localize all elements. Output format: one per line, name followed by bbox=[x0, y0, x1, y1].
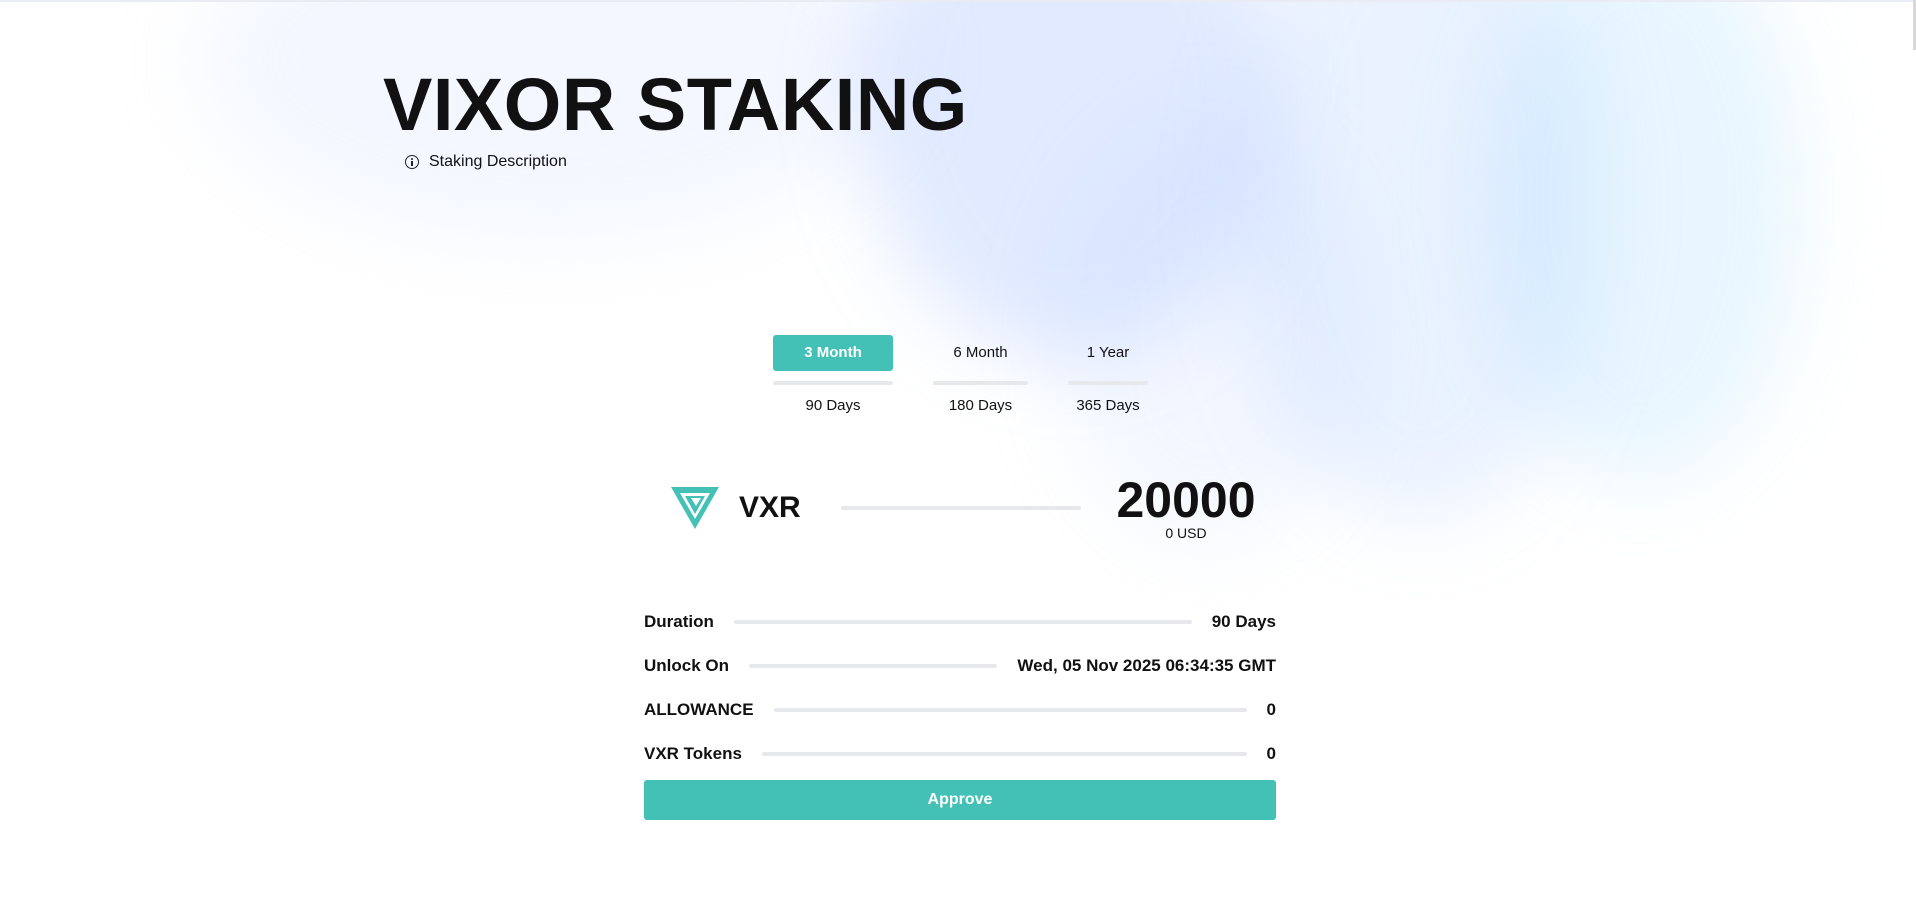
detail-divider bbox=[733, 620, 1192, 624]
detail-divider bbox=[761, 752, 1247, 756]
top-border bbox=[0, 0, 1916, 2]
detail-value: 0 bbox=[1266, 700, 1276, 719]
detail-label: Duration bbox=[644, 612, 714, 631]
detail-divider bbox=[749, 664, 998, 668]
info-icon bbox=[405, 155, 419, 169]
tab-6-month[interactable]: 6 Month 180 Days bbox=[933, 335, 1028, 414]
token-symbol: VXR bbox=[739, 491, 801, 524]
detail-row-duration: Duration 90 Days bbox=[644, 600, 1276, 644]
detail-row-unlock-on: Unlock On Wed, 05 Nov 2025 06:34:35 GMT bbox=[644, 644, 1276, 688]
tab-1-year[interactable]: 1 Year 365 Days bbox=[1068, 335, 1148, 414]
token-divider bbox=[841, 506, 1081, 510]
stake-amount[interactable]: 20000 bbox=[1106, 470, 1266, 530]
detail-value: 90 Days bbox=[1211, 612, 1276, 631]
tab-days: 90 Days bbox=[805, 397, 861, 414]
tab-label: 3 Month bbox=[773, 335, 893, 371]
detail-row-allowance: ALLOWANCE 0 bbox=[644, 688, 1276, 732]
detail-value: 0 bbox=[1266, 744, 1276, 763]
tab-days: 365 Days bbox=[1076, 397, 1140, 414]
detail-label: Unlock On bbox=[644, 656, 730, 675]
tab-divider bbox=[933, 381, 1028, 385]
stake-amount-usd: 0 USD bbox=[1165, 525, 1207, 541]
tab-days: 180 Days bbox=[948, 397, 1013, 414]
tab-divider bbox=[1068, 381, 1148, 385]
staking-description-label: Staking Description bbox=[429, 153, 567, 170]
tab-3-month[interactable]: 3 Month 90 Days bbox=[773, 335, 893, 414]
detail-row-vxr-tokens: VXR Tokens 0 bbox=[644, 732, 1276, 776]
tab-label: 6 Month bbox=[953, 344, 1008, 361]
tab-label: 1 Year bbox=[1086, 344, 1130, 361]
page-title: VIXOR STAKING bbox=[383, 63, 968, 146]
detail-divider bbox=[773, 708, 1247, 712]
vxr-logo-icon bbox=[671, 487, 719, 529]
staking-description-link[interactable]: Staking Description bbox=[405, 153, 567, 171]
staking-details: Duration 90 Days Unlock On Wed, 05 Nov 2… bbox=[644, 600, 1276, 776]
detail-value: Wed, 05 Nov 2025 06:34:35 GMT bbox=[1017, 656, 1276, 675]
detail-label: ALLOWANCE bbox=[644, 700, 754, 719]
approve-button[interactable]: Approve bbox=[644, 780, 1276, 820]
detail-label: VXR Tokens bbox=[644, 744, 742, 763]
tab-divider bbox=[773, 381, 893, 385]
